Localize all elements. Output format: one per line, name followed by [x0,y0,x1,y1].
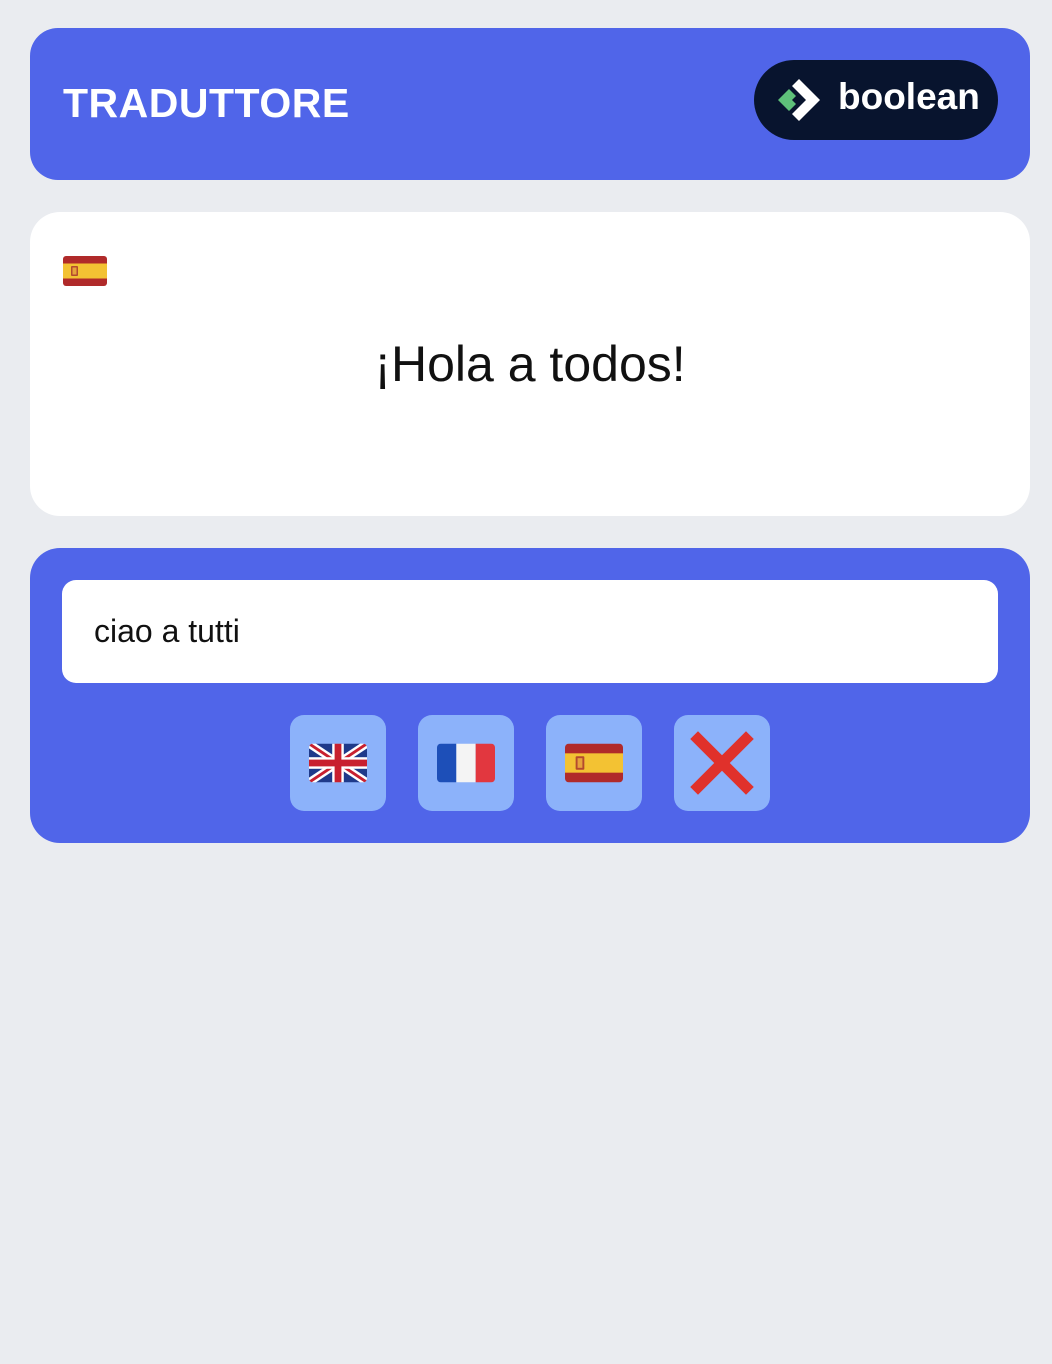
brand-name: boolean [838,76,980,117]
france-flag-icon [437,743,495,783]
translation-result-card: ¡Hola a todos! [30,212,1030,516]
spain-flag-icon [63,256,107,286]
app-header: TRADUTTORE boolean [30,28,1030,180]
french-button[interactable] [418,715,514,811]
cross-mark-icon [690,731,754,795]
clear-button[interactable] [674,715,770,811]
input-panel [30,548,1030,843]
boolean-logo-icon [776,77,822,123]
brand-badge[interactable]: boolean [754,60,998,140]
app-title: TRADUTTORE [63,80,350,126]
language-buttons [290,715,770,811]
uk-flag-icon [309,743,367,783]
text-input[interactable] [62,580,998,683]
english-button[interactable] [290,715,386,811]
spain-flag-icon [565,743,623,783]
translated-text: ¡Hola a todos! [374,336,686,392]
spanish-button[interactable] [546,715,642,811]
